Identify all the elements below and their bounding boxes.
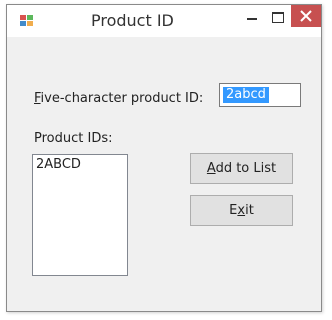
list-item[interactable]: 2ABCD xyxy=(33,155,127,174)
exit-button-mnemonic: x xyxy=(237,203,246,218)
close-icon xyxy=(300,10,312,22)
product-id-label-text: ive-character product ID: xyxy=(40,91,204,106)
add-to-list-button[interactable]: Add to List xyxy=(190,153,293,184)
product-ids-listbox[interactable]: 2ABCD xyxy=(32,154,128,276)
product-id-input[interactable]: 2abcd xyxy=(219,83,301,107)
add-button-label: dd to List xyxy=(215,161,277,176)
product-id-value: 2abcd xyxy=(223,87,269,103)
app-form-icon xyxy=(20,15,36,29)
maximize-button[interactable] xyxy=(265,5,291,29)
window-title: Product ID xyxy=(91,11,174,30)
close-button[interactable] xyxy=(291,5,321,27)
product-id-label: Five-character product ID: xyxy=(34,91,203,106)
main-window: Product ID Five-character product ID: 2a… xyxy=(6,4,322,312)
exit-button-label-end: it xyxy=(245,203,254,218)
minimize-button[interactable] xyxy=(239,5,265,29)
product-ids-label: Product IDs: xyxy=(34,131,113,146)
exit-button[interactable]: Exit xyxy=(190,195,293,226)
add-button-mnemonic: A xyxy=(206,161,216,176)
title-bar[interactable]: Product ID xyxy=(7,5,321,37)
